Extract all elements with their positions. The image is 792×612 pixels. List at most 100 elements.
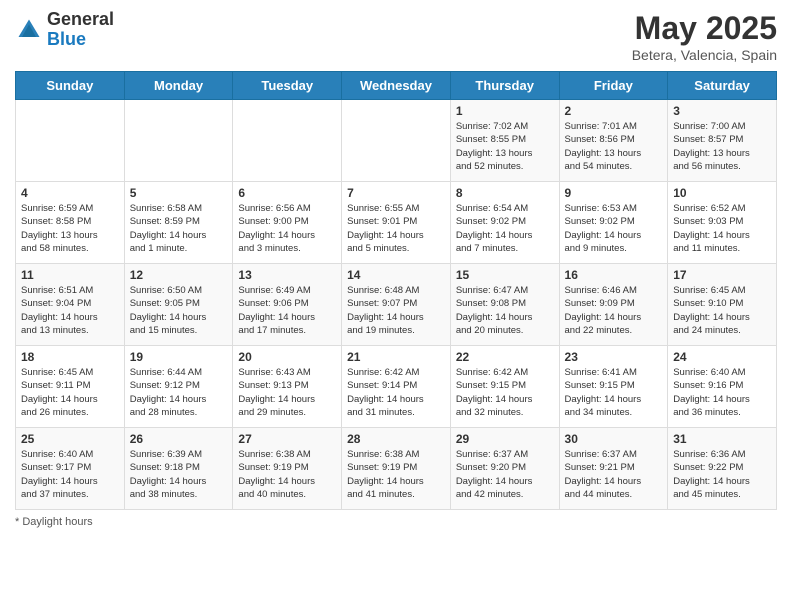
day-number: 29 (456, 432, 554, 446)
day-info: Sunrise: 6:42 AM Sunset: 9:14 PM Dayligh… (347, 366, 445, 419)
day-number: 8 (456, 186, 554, 200)
day-number: 11 (21, 268, 119, 282)
day-info: Sunrise: 6:55 AM Sunset: 9:01 PM Dayligh… (347, 202, 445, 255)
day-number: 25 (21, 432, 119, 446)
location: Betera, Valencia, Spain (632, 47, 777, 63)
day-number: 1 (456, 104, 554, 118)
day-info: Sunrise: 6:49 AM Sunset: 9:06 PM Dayligh… (238, 284, 336, 337)
calendar-cell: 6 Sunrise: 6:56 AM Sunset: 9:00 PM Daylig… (233, 182, 342, 264)
calendar-week-3: 11 Sunrise: 6:51 AM Sunset: 9:04 PM Dayli… (16, 264, 777, 346)
day-number: 6 (238, 186, 336, 200)
calendar-cell: 1 Sunrise: 7:02 AM Sunset: 8:55 PM Daylig… (450, 100, 559, 182)
day-info: Sunrise: 6:37 AM Sunset: 9:21 PM Dayligh… (565, 448, 663, 501)
day-header-wednesday: Wednesday (342, 72, 451, 100)
day-info: Sunrise: 6:51 AM Sunset: 9:04 PM Dayligh… (21, 284, 119, 337)
calendar-cell: 7Sunrise: 6:55 AM Sunset: 9:01 PM Daylig… (342, 182, 451, 264)
calendar-cell: 3 Sunrise: 7:00 AM Sunset: 8:57 PM Daylig… (668, 100, 777, 182)
calendar-cell: 24Sunrise: 6:40 AM Sunset: 9:16 PM Dayli… (668, 346, 777, 428)
day-info: Sunrise: 7:00 AM Sunset: 8:57 PM Dayligh… (673, 120, 771, 173)
logo: General Blue (15, 10, 114, 50)
day-header-saturday: Saturday (668, 72, 777, 100)
day-info: Sunrise: 6:58 AM Sunset: 8:59 PM Dayligh… (130, 202, 228, 255)
day-info: Sunrise: 6:46 AM Sunset: 9:09 PM Dayligh… (565, 284, 663, 337)
day-info: Sunrise: 6:43 AM Sunset: 9:13 PM Dayligh… (238, 366, 336, 419)
day-number: 31 (673, 432, 771, 446)
day-info: Sunrise: 6:44 AM Sunset: 9:12 PM Dayligh… (130, 366, 228, 419)
day-header-sunday: Sunday (16, 72, 125, 100)
day-number: 17 (673, 268, 771, 282)
day-number: 23 (565, 350, 663, 364)
day-info: Sunrise: 6:54 AM Sunset: 9:02 PM Dayligh… (456, 202, 554, 255)
calendar-week-5: 25Sunrise: 6:40 AM Sunset: 9:17 PM Dayli… (16, 428, 777, 510)
logo-blue: Blue (47, 29, 86, 49)
day-number: 30 (565, 432, 663, 446)
calendar-cell: 9Sunrise: 6:53 AM Sunset: 9:02 PM Daylig… (559, 182, 668, 264)
calendar-cell: 14Sunrise: 6:48 AM Sunset: 9:07 PM Dayli… (342, 264, 451, 346)
day-header-thursday: Thursday (450, 72, 559, 100)
day-number: 27 (238, 432, 336, 446)
calendar-header-row: SundayMondayTuesdayWednesdayThursdayFrid… (16, 72, 777, 100)
calendar-cell (342, 100, 451, 182)
day-number: 14 (347, 268, 445, 282)
footer-note: * Daylight hours (15, 516, 777, 528)
title-block: May 2025 Betera, Valencia, Spain (632, 10, 777, 63)
day-info: Sunrise: 6:45 AM Sunset: 9:11 PM Dayligh… (21, 366, 119, 419)
day-info: Sunrise: 6:38 AM Sunset: 9:19 PM Dayligh… (238, 448, 336, 501)
day-info: Sunrise: 6:38 AM Sunset: 9:19 PM Dayligh… (347, 448, 445, 501)
day-number: 3 (673, 104, 771, 118)
calendar-cell: 26Sunrise: 6:39 AM Sunset: 9:18 PM Dayli… (124, 428, 233, 510)
day-header-friday: Friday (559, 72, 668, 100)
calendar-cell (233, 100, 342, 182)
day-info: Sunrise: 6:50 AM Sunset: 9:05 PM Dayligh… (130, 284, 228, 337)
calendar-cell: 13 Sunrise: 6:49 AM Sunset: 9:06 PM Dayli… (233, 264, 342, 346)
day-number: 16 (565, 268, 663, 282)
day-info: Sunrise: 6:52 AM Sunset: 9:03 PM Dayligh… (673, 202, 771, 255)
calendar-cell: 23 Sunrise: 6:41 AM Sunset: 9:15 PM Dayli… (559, 346, 668, 428)
day-info: Sunrise: 6:41 AM Sunset: 9:15 PM Dayligh… (565, 366, 663, 419)
calendar-cell: 19Sunrise: 6:44 AM Sunset: 9:12 PM Dayli… (124, 346, 233, 428)
calendar-cell: 21 Sunrise: 6:42 AM Sunset: 9:14 PM Dayli… (342, 346, 451, 428)
day-info: Sunrise: 6:39 AM Sunset: 9:18 PM Dayligh… (130, 448, 228, 501)
calendar-cell: 2Sunrise: 7:01 AM Sunset: 8:56 PM Daylig… (559, 100, 668, 182)
calendar-cell: 25Sunrise: 6:40 AM Sunset: 9:17 PM Dayli… (16, 428, 125, 510)
day-info: Sunrise: 6:37 AM Sunset: 9:20 PM Dayligh… (456, 448, 554, 501)
day-number: 21 (347, 350, 445, 364)
day-info: Sunrise: 7:02 AM Sunset: 8:55 PM Dayligh… (456, 120, 554, 173)
calendar-cell: 16 Sunrise: 6:46 AM Sunset: 9:09 PM Dayli… (559, 264, 668, 346)
day-number: 12 (130, 268, 228, 282)
calendar-cell: 10 Sunrise: 6:52 AM Sunset: 9:03 PM Dayli… (668, 182, 777, 264)
day-header-tuesday: Tuesday (233, 72, 342, 100)
calendar-cell: 5 Sunrise: 6:58 AM Sunset: 8:59 PM Daylig… (124, 182, 233, 264)
month-title: May 2025 (632, 10, 777, 47)
calendar-cell: 8 Sunrise: 6:54 AM Sunset: 9:02 PM Daylig… (450, 182, 559, 264)
calendar-cell: 30 Sunrise: 6:37 AM Sunset: 9:21 PM Dayli… (559, 428, 668, 510)
day-number: 5 (130, 186, 228, 200)
day-number: 13 (238, 268, 336, 282)
day-number: 9 (565, 186, 663, 200)
day-number: 20 (238, 350, 336, 364)
calendar-cell: 15Sunrise: 6:47 AM Sunset: 9:08 PM Dayli… (450, 264, 559, 346)
day-number: 2 (565, 104, 663, 118)
calendar-cell: 17 Sunrise: 6:45 AM Sunset: 9:10 PM Dayli… (668, 264, 777, 346)
day-info: Sunrise: 6:42 AM Sunset: 9:15 PM Dayligh… (456, 366, 554, 419)
day-info: Sunrise: 6:56 AM Sunset: 9:00 PM Dayligh… (238, 202, 336, 255)
day-number: 4 (21, 186, 119, 200)
calendar-cell: 22 Sunrise: 6:42 AM Sunset: 9:15 PM Dayli… (450, 346, 559, 428)
calendar-week-1: 1 Sunrise: 7:02 AM Sunset: 8:55 PM Daylig… (16, 100, 777, 182)
calendar-cell: 28Sunrise: 6:38 AM Sunset: 9:19 PM Dayli… (342, 428, 451, 510)
logo-general: General (47, 9, 114, 29)
day-number: 10 (673, 186, 771, 200)
calendar-cell (124, 100, 233, 182)
calendar-week-2: 4 Sunrise: 6:59 AM Sunset: 8:58 PM Daylig… (16, 182, 777, 264)
page-header: General Blue May 2025 Betera, Valencia, … (15, 10, 777, 63)
calendar-table: SundayMondayTuesdayWednesdayThursdayFrid… (15, 71, 777, 510)
calendar-cell: 31Sunrise: 6:36 AM Sunset: 9:22 PM Dayli… (668, 428, 777, 510)
day-info: Sunrise: 6:45 AM Sunset: 9:10 PM Dayligh… (673, 284, 771, 337)
day-info: Sunrise: 6:59 AM Sunset: 8:58 PM Dayligh… (21, 202, 119, 255)
day-number: 22 (456, 350, 554, 364)
calendar-cell (16, 100, 125, 182)
day-info: Sunrise: 6:40 AM Sunset: 9:16 PM Dayligh… (673, 366, 771, 419)
day-header-monday: Monday (124, 72, 233, 100)
calendar-cell: 4 Sunrise: 6:59 AM Sunset: 8:58 PM Daylig… (16, 182, 125, 264)
calendar-cell: 18Sunrise: 6:45 AM Sunset: 9:11 PM Dayli… (16, 346, 125, 428)
